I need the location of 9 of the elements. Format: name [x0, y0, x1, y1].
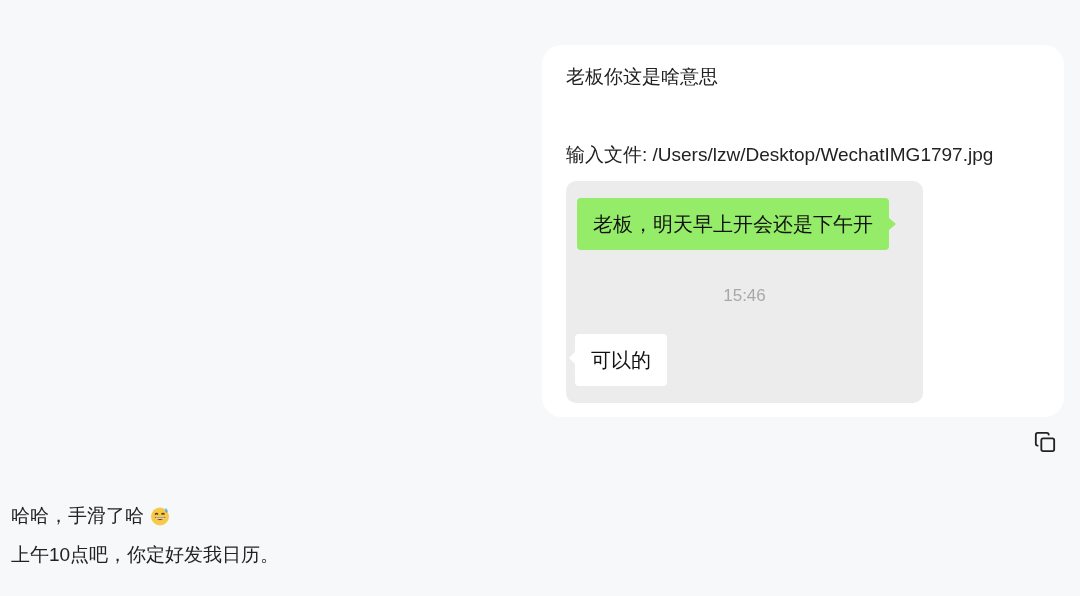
message-timestamp: 15:46	[723, 285, 766, 307]
copy-icon[interactable]	[1034, 431, 1056, 453]
reply-text: 哈哈，手滑了哈	[11, 504, 144, 528]
message-text: 输入文件: /Users/lzw/Desktop/WechatIMG1797.jpg	[566, 143, 995, 167]
received-message-bubble: 可以的	[575, 333, 667, 386]
message-text: 老板你这是啥意思	[566, 65, 719, 89]
sent-message-bubble: 老板，明天早上开会还是下午开	[577, 198, 889, 250]
bubble-tail-icon	[889, 218, 896, 230]
reply-text: 上午10点吧，你定好发我日历。	[11, 543, 280, 567]
